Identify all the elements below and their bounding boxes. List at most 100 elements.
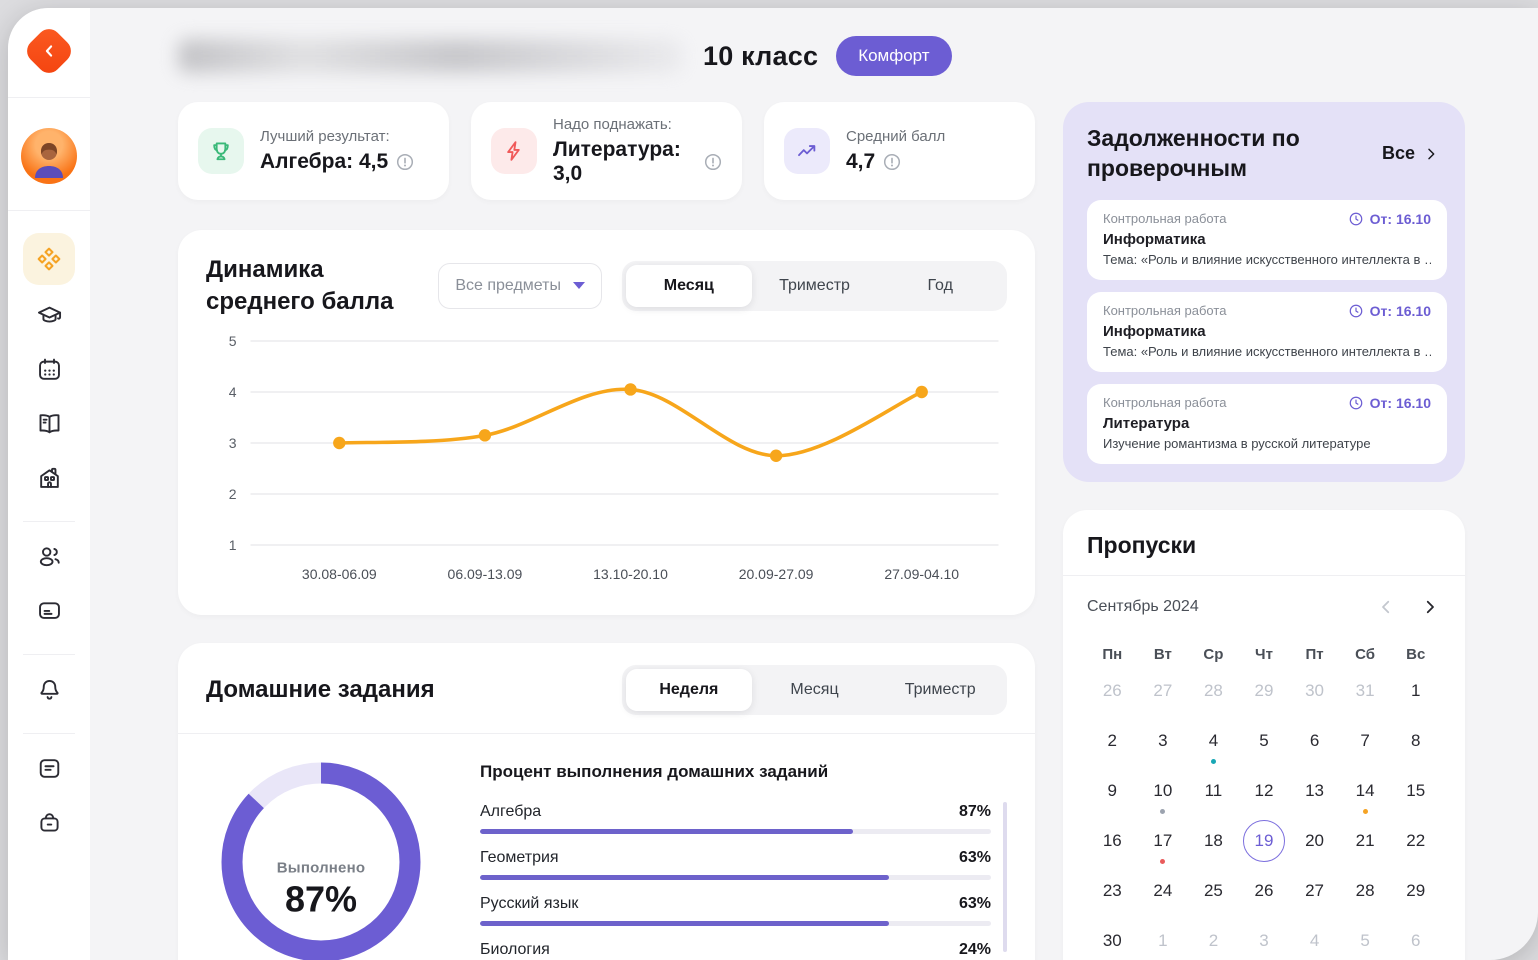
scrollbar-thumb[interactable]: [1003, 802, 1007, 952]
sidebar-item-notes[interactable]: [27, 746, 71, 790]
sidebar-item-education[interactable]: [27, 293, 71, 337]
debt-type: Контрольная работа: [1103, 395, 1226, 410]
calendar-day[interactable]: 4: [1188, 726, 1239, 776]
calendar-day[interactable]: 31: [1340, 676, 1391, 726]
sidebar-item-schedule[interactable]: [27, 347, 71, 391]
calendar-day[interactable]: 30: [1289, 676, 1340, 726]
stat-card-best-result: Лучший результат: Алгебра: 4,5: [178, 102, 449, 200]
debt-cards-list: Контрольная работаОт: 16.10ИнформатикаТе…: [1087, 200, 1447, 464]
calendar-day[interactable]: 12: [1239, 776, 1290, 826]
calendar-day[interactable]: 1: [1390, 676, 1441, 726]
calendar-day[interactable]: 22: [1390, 826, 1441, 876]
calendar-day-header: Пн: [1087, 634, 1138, 676]
homework-item: Геометрия63%: [480, 834, 991, 880]
sidebar-item-services[interactable]: [27, 800, 71, 844]
absence-dot: [1160, 859, 1165, 864]
info-icon[interactable]: [883, 153, 901, 171]
calendar-day[interactable]: 20: [1289, 826, 1340, 876]
dashboard-diamonds-icon: [35, 245, 63, 273]
dot-spacer: [1110, 909, 1115, 914]
calendar-day[interactable]: 4: [1289, 926, 1340, 960]
calendar-next-button[interactable]: [1419, 596, 1441, 618]
calendar-day[interactable]: 8: [1390, 726, 1441, 776]
calendar-day[interactable]: 28: [1340, 876, 1391, 926]
calendar-day[interactable]: 23: [1087, 876, 1138, 926]
calendar-day[interactable]: 16: [1087, 826, 1138, 876]
calendar-day[interactable]: 26: [1239, 876, 1290, 926]
subject-filter-dropdown[interactable]: Все предметы: [438, 263, 602, 309]
clock-icon: [1348, 303, 1364, 319]
debt-due: От: 16.10: [1348, 395, 1431, 411]
absences-title: Пропуски: [1087, 532, 1441, 559]
calendar-day[interactable]: 7: [1340, 726, 1391, 776]
sidebar-item-diary[interactable]: [27, 401, 71, 445]
sidebar-item-notifications[interactable]: [27, 667, 71, 711]
dot-spacer: [1363, 909, 1368, 914]
view-all-link[interactable]: Все: [1382, 143, 1439, 164]
calendar-day[interactable]: 10: [1138, 776, 1189, 826]
calendar-day[interactable]: 5: [1239, 726, 1290, 776]
calendar-day[interactable]: 2: [1087, 726, 1138, 776]
plan-badge[interactable]: Комфорт: [836, 36, 951, 76]
tab-month[interactable]: Месяц: [752, 669, 878, 711]
calendar-day[interactable]: 27: [1289, 876, 1340, 926]
tab-month[interactable]: Месяц: [626, 265, 752, 307]
stat-card-needs-improvement: Надо поднажать: Литература: 3,0: [471, 102, 742, 200]
dot-spacer: [1312, 859, 1317, 864]
trend-up-icon: [784, 128, 830, 174]
calendar-day[interactable]: 15: [1390, 776, 1441, 826]
calendar-day[interactable]: 11: [1188, 776, 1239, 826]
calendar-day[interactable]: 21: [1340, 826, 1391, 876]
dot-spacer: [1110, 759, 1115, 764]
calendar-day[interactable]: 5: [1340, 926, 1391, 960]
score-dynamics-title: Динамика среднего балла: [206, 254, 406, 317]
back-button[interactable]: [27, 29, 71, 73]
calendar-day[interactable]: 30: [1087, 926, 1138, 960]
homework-item: Русский язык63%: [480, 880, 991, 926]
calendar-day[interactable]: 14: [1340, 776, 1391, 826]
dot-spacer: [1211, 859, 1216, 864]
homework-percent: 63%: [959, 849, 991, 867]
dot-spacer: [1363, 759, 1368, 764]
info-icon[interactable]: [396, 153, 414, 171]
avatar[interactable]: [21, 128, 77, 184]
calendar-day[interactable]: 13: [1289, 776, 1340, 826]
info-icon[interactable]: [704, 153, 722, 171]
calendar-day[interactable]: 3: [1138, 726, 1189, 776]
tab-trimester[interactable]: Триместр: [877, 669, 1003, 711]
calendar-day[interactable]: 29: [1390, 876, 1441, 926]
svg-text:3: 3: [229, 435, 237, 451]
chevron-left-icon: [1377, 598, 1395, 616]
sidebar-item-dashboard[interactable]: [23, 233, 75, 285]
sidebar-divider: [23, 654, 75, 655]
calendar-day[interactable]: 26: [1087, 676, 1138, 726]
calendar-day[interactable]: 17: [1138, 826, 1189, 876]
calendar-day[interactable]: 1: [1138, 926, 1189, 960]
calendar-day[interactable]: 3: [1239, 926, 1290, 960]
debt-card[interactable]: Контрольная работаОт: 16.10ИнформатикаТе…: [1087, 292, 1447, 372]
calendar-day[interactable]: 24: [1138, 876, 1189, 926]
page-header: 10 класс Комфорт: [178, 32, 1465, 80]
graduation-cap-icon: [36, 302, 63, 329]
calendar-day[interactable]: 27: [1138, 676, 1189, 726]
tab-week[interactable]: Неделя: [626, 669, 752, 711]
calendar-day[interactable]: 9: [1087, 776, 1138, 826]
sidebar-nav: [23, 211, 75, 854]
calendar-day[interactable]: 19: [1239, 826, 1290, 876]
debt-card[interactable]: Контрольная работаОт: 16.10ЛитератураИзу…: [1087, 384, 1447, 464]
svg-text:27.09-04.10: 27.09-04.10: [884, 566, 959, 582]
tab-year[interactable]: Год: [877, 265, 1003, 307]
sidebar-item-users[interactable]: [27, 534, 71, 578]
calendar-day[interactable]: 28: [1188, 676, 1239, 726]
debt-card[interactable]: Контрольная работаОт: 16.10ИнформатикаТе…: [1087, 200, 1447, 280]
calendar-day[interactable]: 29: [1239, 676, 1290, 726]
sidebar-item-id-card[interactable]: [27, 588, 71, 632]
tab-trimester[interactable]: Триместр: [752, 265, 878, 307]
calendar-day[interactable]: 6: [1390, 926, 1441, 960]
calendar-day[interactable]: 6: [1289, 726, 1340, 776]
calendar-prev-button[interactable]: [1375, 596, 1397, 618]
calendar-day[interactable]: 18: [1188, 826, 1239, 876]
sidebar-item-school[interactable]: [27, 455, 71, 499]
calendar-day[interactable]: 25: [1188, 876, 1239, 926]
calendar-day[interactable]: 2: [1188, 926, 1239, 960]
